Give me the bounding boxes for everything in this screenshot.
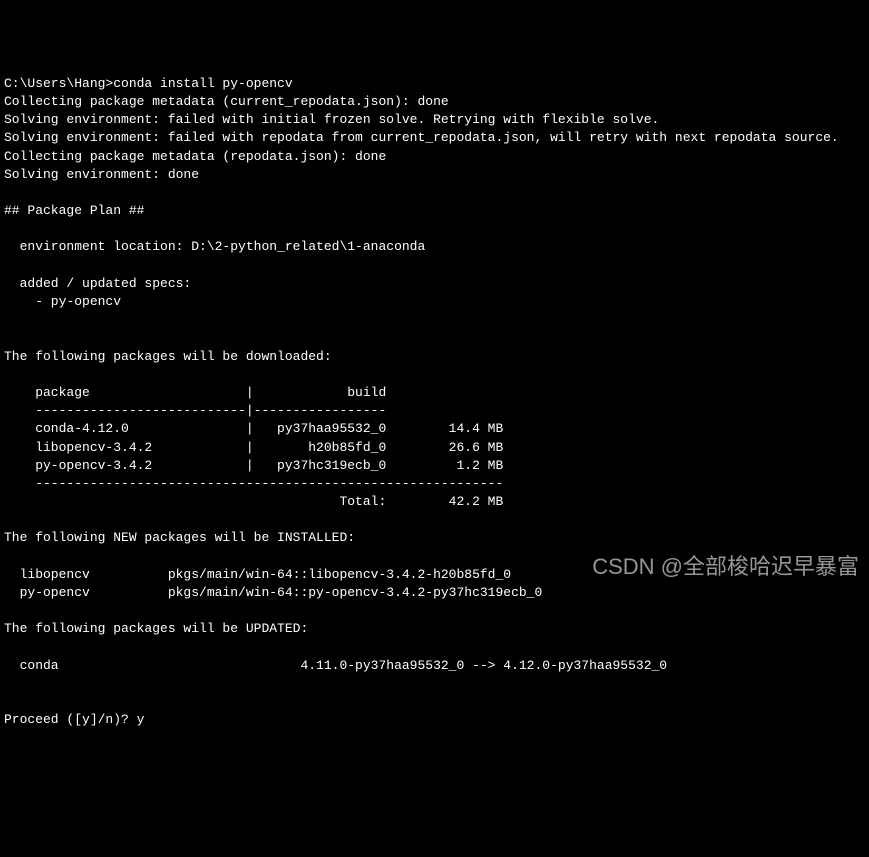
proceed-input[interactable] (137, 712, 157, 727)
package-row: conda-4.12.0 | py37haa95532_0 14.4 MB (4, 421, 503, 436)
spec-item: - py-opencv (4, 294, 121, 309)
table-divider: ----------------------------------------… (4, 476, 503, 491)
update-header: The following packages will be UPDATED: (4, 621, 308, 636)
output-line: Collecting package metadata (current_rep… (4, 94, 449, 109)
install-package: libopencv pkgs/main/win-64::libopencv-3.… (4, 567, 511, 582)
output-line: Solving environment: failed with initial… (4, 112, 659, 127)
output-line: Collecting package metadata (repodata.js… (4, 149, 386, 164)
command-text: conda install py-opencv (113, 76, 292, 91)
specs-header: added / updated specs: (4, 276, 191, 291)
prompt-path: C:\Users\Hang> (4, 76, 113, 91)
proceed-prompt: Proceed ([y]/n)? (4, 712, 137, 727)
install-package: py-opencv pkgs/main/win-64::py-opencv-3.… (4, 585, 542, 600)
download-header: The following packages will be downloade… (4, 349, 332, 364)
terminal-output: C:\Users\Hang>conda install py-opencv Co… (4, 75, 865, 730)
package-plan-header: ## Package Plan ## (4, 203, 144, 218)
table-header: package | build (4, 385, 386, 400)
output-line: Solving environment: failed with repodat… (4, 130, 839, 145)
total-row: Total: 42.2 MB (4, 494, 503, 509)
environment-location: environment location: D:\2-python_relate… (4, 239, 425, 254)
output-line: Solving environment: done (4, 167, 199, 182)
install-header: The following NEW packages will be INSTA… (4, 530, 355, 545)
package-row: py-opencv-3.4.2 | py37hc319ecb_0 1.2 MB (4, 458, 503, 473)
package-row: libopencv-3.4.2 | h20b85fd_0 26.6 MB (4, 440, 503, 455)
update-package: conda 4.11.0-py37haa95532_0 --> 4.12.0-p… (4, 658, 667, 673)
table-divider: ---------------------------|------------… (4, 403, 386, 418)
